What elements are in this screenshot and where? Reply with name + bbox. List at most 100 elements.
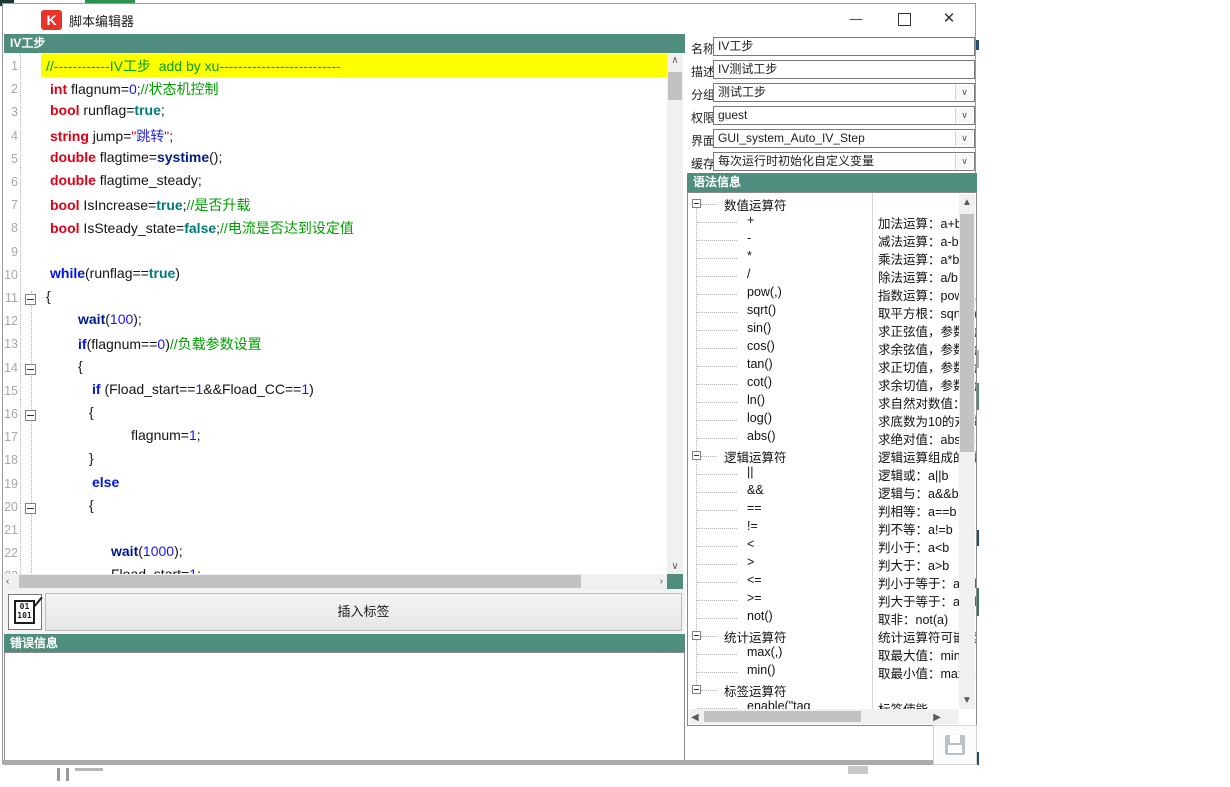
code-line[interactable]: flagnum=1; [131,427,201,443]
tree-item[interactable]: 统计运算符统计运算符可嵌套使用，例 [688,627,948,645]
tree-item[interactable]: log()求底数为10的对数：cos(a [688,411,948,429]
tree-item-label: cot() [747,375,772,389]
tree-item[interactable]: sin()求正弦值，参数为角度制： [688,321,948,339]
tree-item[interactable]: <判小于：a<b [688,537,948,555]
tree-connector [697,330,737,331]
syntax-tree[interactable]: 数值运算符+加法运算：a+b-减法运算：a-b*乘法运算：a*b/除法运算：a/… [687,192,977,726]
scroll-up-icon[interactable]: ▲ [959,197,975,208]
fold-toggle-icon[interactable] [25,410,36,421]
scroll-down-icon[interactable]: ▼ [959,695,975,706]
tree-item[interactable]: >判大于：a>b [688,555,948,573]
combo-界面[interactable]: GUI_system_Auto_IV_Step∨ [713,129,975,148]
tree-item[interactable]: &&逻辑与：a&&b [688,483,948,501]
tree-collapse-icon[interactable] [692,631,701,640]
tree-horizontal-scrollbar[interactable]: ◀ ▶ [689,709,959,724]
maximize-button[interactable] [882,4,926,34]
input-名称[interactable]: IV工步 [713,37,975,56]
code-line[interactable]: int flagnum=0;//状态机控制 [50,79,218,99]
scrollbar-thumb[interactable] [19,575,581,588]
code-editor[interactable]: //------------IV工步 add by xu------------… [4,53,667,574]
code-line[interactable]: if (Fload_start==1&&Fload_CC==1) [92,381,314,397]
tree-item[interactable]: /除法运算：a/b [688,267,948,285]
tree-item[interactable]: sqrt()取平方根：sqrt(a) [688,303,948,321]
tree-item[interactable]: +加法运算：a+b [688,213,948,231]
combo-分组[interactable]: 测试工步∨ [713,83,975,102]
scroll-right-icon[interactable]: ▶ [933,712,941,723]
tree-collapse-icon[interactable] [692,199,701,208]
fold-toggle-icon[interactable] [25,364,36,375]
chevron-down-icon[interactable]: ∨ [955,154,973,169]
save-button[interactable] [933,725,977,765]
code-line[interactable]: string jump="跳转"; [50,126,173,146]
scrollbar-thumb[interactable] [704,711,861,722]
tree-item[interactable]: max(,)取最大值：min(a,b) [688,645,948,663]
close-button[interactable]: ✕ [927,4,971,34]
tree-item[interactable]: cos()求余弦值，参数为角度制： [688,339,948,357]
tree-item[interactable]: -减法运算：a-b [688,231,948,249]
code-line[interactable]: { [89,404,94,420]
scrollbar-thumb[interactable] [668,72,682,100]
scroll-left-icon[interactable]: ‹ [6,576,9,587]
tree-item[interactable]: ||逻辑或：a||b [688,465,948,483]
error-message-area[interactable] [4,652,685,762]
minimize-button[interactable]: — [834,4,878,34]
code-line[interactable]: { [89,497,94,513]
code-line[interactable]: double flagtime=systime(); [50,149,222,165]
code-line[interactable]: bool runflag=true; [50,102,165,118]
background-fragment [66,768,69,781]
editor-vertical-scrollbar[interactable]: ∧ ∨ [667,53,683,574]
code-line[interactable]: bool IsSteady_state=false;//电流是否达到设定值 [50,218,354,238]
chevron-down-icon[interactable]: ∨ [955,85,973,100]
tree-item-label: abs() [747,429,775,443]
tree-item[interactable]: 逻辑运算符逻辑运算组成的赋值表达式 [688,447,948,465]
scroll-down-icon[interactable]: ∨ [667,561,683,572]
chevron-down-icon[interactable]: ∨ [955,108,973,123]
code-line[interactable]: while(runflag==true) [50,265,180,281]
tree-item[interactable]: tan()求正切值，参数为角度制： [688,357,948,375]
tree-vertical-scrollbar[interactable]: ▲ ▼ [959,194,975,709]
tree-collapse-icon[interactable] [692,685,701,694]
scrollbar-thumb[interactable] [960,214,974,452]
tree-item[interactable]: 数值运算符 [688,195,948,213]
code-token: (runflag== [85,265,149,281]
code-line[interactable]: } [89,450,94,466]
insert-label-button[interactable]: 插入标签 [45,593,682,631]
scroll-left-icon[interactable]: ◀ [691,712,699,723]
code-line[interactable]: double flagtime_steady; [50,172,202,188]
tree-item[interactable]: abs()求绝对值：abs(a) [688,429,948,447]
code-panel-header: IV工步 [4,34,685,53]
tree-item[interactable]: *乘法运算：a*b [688,249,948,267]
code-line[interactable]: else [92,474,119,490]
code-line[interactable]: { [78,358,83,374]
code-line[interactable]: wait(1000); [111,543,183,559]
tree-item[interactable]: min()取最小值：max(a,b) [688,663,948,681]
code-line[interactable]: { [46,288,51,304]
tree-collapse-icon[interactable] [692,451,701,460]
combo-缓存[interactable]: 每次运行时初始化自定义变量∨ [713,152,975,171]
tree-item[interactable]: not()取非：not(a) [688,609,948,627]
editor-horizontal-scrollbar[interactable]: ‹ › [4,574,667,589]
code-line[interactable]: bool IsIncrease=true;//是否升载 [50,195,250,215]
tree-item[interactable]: ln()求自然对数值：ln(a) [688,393,948,411]
scroll-up-icon[interactable]: ∧ [667,55,683,66]
code-line[interactable]: //------------IV工步 add by xu------------… [46,56,341,76]
combo-权限[interactable]: guest∨ [713,106,975,125]
code-line[interactable]: wait(100); [78,311,142,327]
input-描述[interactable]: IV测试工步 [713,60,975,79]
code-line[interactable]: Fload_start=1; [111,566,201,574]
fold-toggle-icon[interactable] [25,503,36,514]
line-number: 17 [4,430,18,444]
tree-item[interactable]: 标签运算符 [688,681,948,699]
code-token: wait [78,311,105,327]
tree-item[interactable]: ==判相等：a==b [688,501,948,519]
scroll-right-icon[interactable]: › [660,576,663,587]
tree-item[interactable]: pow(,)指数运算：pow(a,b) [688,285,948,303]
tree-item[interactable]: <=判小于等于：a<=b [688,573,948,591]
tree-item[interactable]: cot()求余切值，参数为角度制： [688,375,948,393]
chevron-down-icon[interactable]: ∨ [955,131,973,146]
code-line[interactable]: if(flagnum==0)//负载参数设置 [78,334,262,354]
tag-icon-button[interactable]: 01101 [8,594,42,630]
tree-item[interactable]: >=判大于等于：a>=b [688,591,948,609]
fold-toggle-icon[interactable] [25,294,36,305]
tree-item[interactable]: !=判不等：a!=b [688,519,948,537]
